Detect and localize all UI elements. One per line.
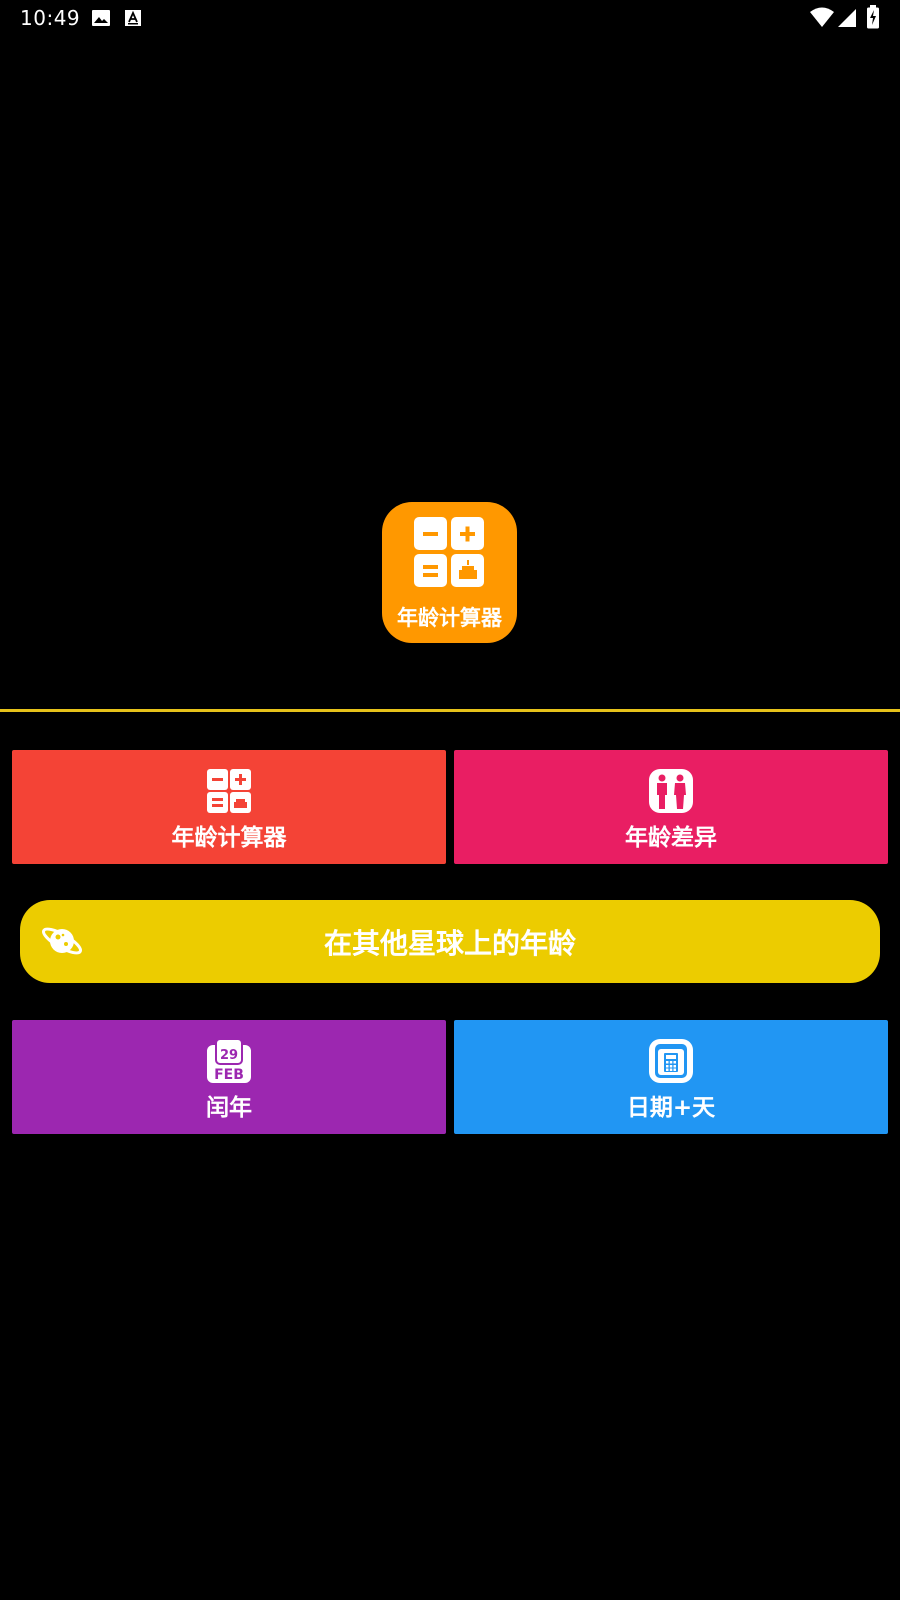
- age-difference-button[interactable]: 年龄差异: [454, 750, 888, 864]
- date-plus-days-button[interactable]: 日期+天: [454, 1020, 888, 1134]
- age-difference-label: 年龄差异: [625, 825, 717, 851]
- status-bar: 10:49: [0, 0, 900, 36]
- wifi-icon: [810, 7, 834, 27]
- image-icon: [92, 10, 110, 26]
- calendar-month-text: FEB: [214, 1067, 244, 1083]
- calendar-day-text: 29: [220, 1048, 238, 1063]
- app-logo-label: 年龄计算器: [397, 606, 502, 630]
- a-notification-icon: [125, 10, 141, 26]
- age-calculator-button[interactable]: 年龄计算器: [12, 750, 446, 864]
- calendar-calculator-icon: [649, 1039, 693, 1083]
- header-divider: [0, 709, 900, 712]
- signal-icon: [838, 9, 856, 27]
- calculator-cake-icon: [207, 769, 251, 813]
- age-on-other-planets-label: 在其他星球上的年龄: [323, 927, 576, 960]
- leap-year-button[interactable]: 29 FEB 闰年: [12, 1020, 446, 1134]
- two-people-icon: [649, 769, 693, 813]
- calculator-cake-icon: [414, 517, 484, 587]
- age-on-other-planets-button[interactable]: 在其他星球上的年龄: [20, 900, 880, 983]
- date-plus-days-label: 日期+天: [626, 1095, 716, 1121]
- battery-charging-icon: [867, 5, 879, 29]
- leap-year-label: 闰年: [206, 1095, 252, 1121]
- app-logo: 年龄计算器: [382, 502, 517, 643]
- status-time: 10:49: [20, 6, 81, 30]
- age-calculator-label: 年龄计算器: [171, 825, 287, 851]
- calendar-feb29-icon: 29 FEB: [207, 1039, 251, 1083]
